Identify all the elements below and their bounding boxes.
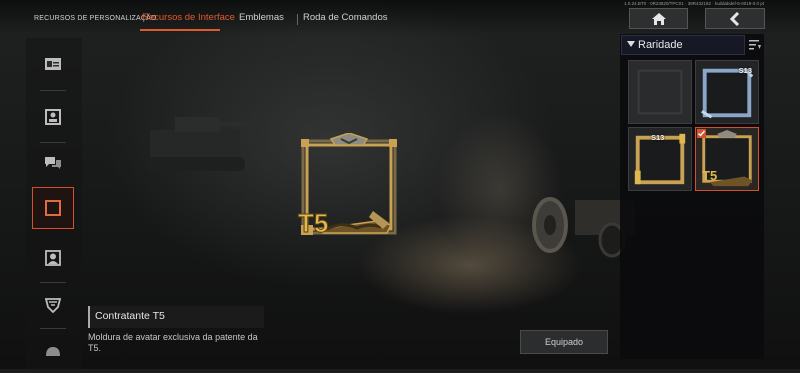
grid-item-s13-gold[interactable]: S13: [628, 127, 692, 191]
nav-item-id-card[interactable]: [32, 43, 74, 85]
left-category-nav: [26, 38, 82, 369]
rank-badge: T5: [702, 168, 718, 183]
nav-item-badge[interactable]: [32, 284, 74, 326]
profile-photo-icon: [45, 109, 61, 125]
nav-item-helmet[interactable]: [32, 331, 74, 373]
tank-silhouette: [145, 117, 248, 171]
caret-down-icon: [627, 41, 635, 47]
tab-command-wheel[interactable]: Roda de Comandos: [303, 12, 388, 23]
frame-icon: [45, 200, 61, 216]
home-button[interactable]: [629, 8, 688, 29]
tab-customization-resources[interactable]: RECURSOS DE PERSONALIZAÇÃO: [34, 15, 157, 22]
item-description: Moldura de avatar exclusiva da patente d…: [88, 332, 258, 353]
season-badge: S13: [738, 66, 752, 75]
sort-icon[interactable]: [748, 38, 762, 52]
home-icon: [651, 12, 666, 25]
badge-icon: [44, 298, 62, 314]
empty-frame-thumb: [637, 69, 683, 115]
nav-item-portrait[interactable]: [32, 237, 74, 279]
id-card-icon: [45, 58, 61, 70]
rarity-filter-label: Raridade: [638, 39, 683, 51]
chevron-left-icon: [729, 11, 740, 26]
tab-separator: [297, 14, 298, 25]
tab-emblems[interactable]: Emblemas: [239, 12, 284, 23]
grid-item-empty[interactable]: [628, 60, 692, 124]
item-title: Contratante T5: [88, 306, 264, 328]
equip-button[interactable]: Equipado: [520, 330, 608, 354]
frame-preview: T5: [298, 133, 397, 237]
season-badge: S13: [651, 133, 665, 142]
helmet-icon: [46, 347, 60, 356]
equipped-check-icon: [697, 129, 706, 138]
version-text: 1.0.24.BT0 · 0R23820/TPC01 · 38R432182 ·…: [624, 1, 764, 6]
chat-bubbles-icon: [45, 157, 61, 169]
nav-item-chat[interactable]: [32, 142, 74, 184]
grid-item-t5-selected[interactable]: T5: [695, 127, 759, 191]
nav-item-profile-photo[interactable]: [32, 96, 74, 138]
grid-item-s13-blue[interactable]: S13: [695, 60, 759, 124]
active-tab-indicator: [140, 29, 220, 31]
rarity-filter-dropdown[interactable]: Raridade: [621, 35, 745, 55]
rank-label: T5: [298, 208, 328, 237]
portrait-icon: [45, 250, 61, 266]
nav-item-frames[interactable]: [32, 187, 74, 229]
back-button[interactable]: [705, 8, 765, 29]
tab-interface-resources[interactable]: Recursos de Interface: [142, 12, 235, 23]
